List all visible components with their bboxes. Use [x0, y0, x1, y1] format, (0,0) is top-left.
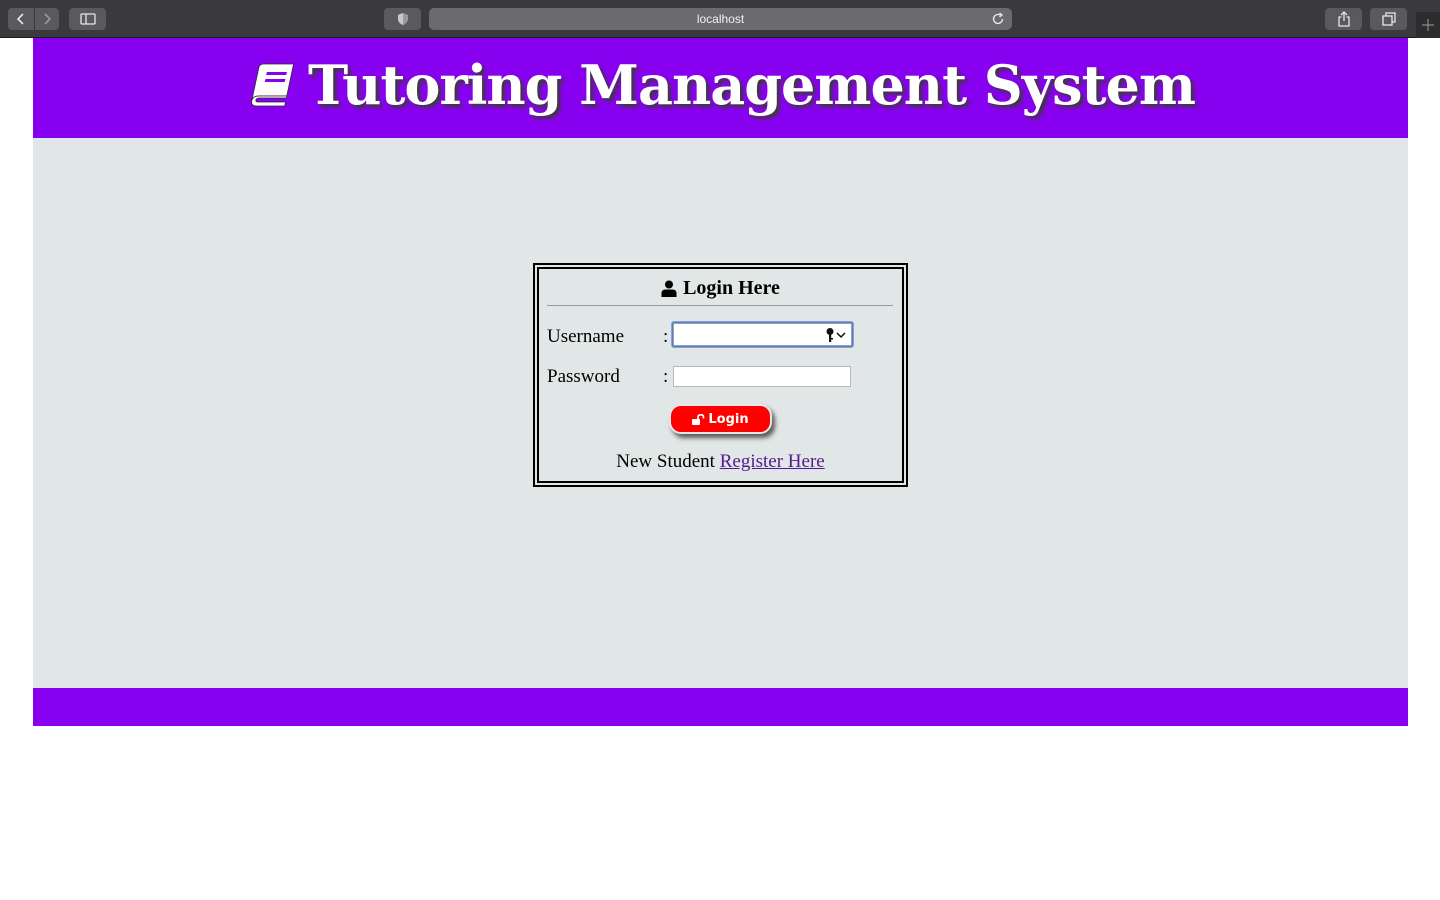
password-colon: : — [663, 366, 669, 387]
login-button[interactable]: Login — [669, 404, 772, 434]
sidebar-toggle-button[interactable] — [69, 8, 106, 30]
unlock-icon — [692, 413, 705, 425]
user-icon — [661, 280, 677, 297]
header-title-group: Tutoring Management System — [246, 53, 1196, 117]
page-header: Tutoring Management System — [33, 38, 1408, 138]
share-icon — [1337, 11, 1350, 27]
register-prefix: New Student — [616, 451, 715, 472]
chevron-down-icon[interactable] — [836, 331, 846, 339]
chevron-left-icon — [16, 13, 24, 25]
shield-icon — [397, 13, 408, 25]
privacy-button[interactable] — [384, 8, 421, 30]
register-link[interactable]: Register Here — [720, 451, 825, 472]
username-colon: : — [663, 326, 669, 347]
login-heading-text: Login Here — [683, 277, 780, 299]
new-tab-button[interactable] — [1416, 12, 1440, 38]
browser-toolbar: localhost — [0, 0, 1440, 38]
share-button[interactable] — [1325, 8, 1362, 30]
address-bar[interactable]: localhost — [429, 8, 1012, 30]
reload-icon[interactable] — [990, 11, 1006, 27]
tab-overview-button[interactable] — [1370, 8, 1407, 30]
plus-icon — [1422, 19, 1434, 31]
page-footer — [33, 688, 1408, 726]
url-text: localhost — [696, 12, 745, 26]
login-heading: Login Here — [539, 277, 902, 300]
tabs-icon — [1381, 12, 1396, 26]
forward-button[interactable] — [35, 8, 59, 30]
register-line: New Student Register Here — [539, 451, 902, 473]
password-label: Password — [547, 366, 620, 387]
login-button-label: Login — [708, 411, 749, 427]
book-icon — [251, 63, 294, 107]
chevron-right-icon — [44, 13, 52, 25]
key-icon[interactable] — [824, 327, 836, 343]
sidebar-icon — [79, 13, 96, 25]
page-title: Tutoring Management System — [307, 53, 1196, 117]
divider — [547, 305, 893, 306]
username-label: Username — [547, 326, 625, 347]
password-input[interactable] — [673, 366, 851, 387]
back-button[interactable] — [8, 8, 34, 30]
login-panel: Login Here Username : Password : Login N… — [533, 263, 908, 487]
